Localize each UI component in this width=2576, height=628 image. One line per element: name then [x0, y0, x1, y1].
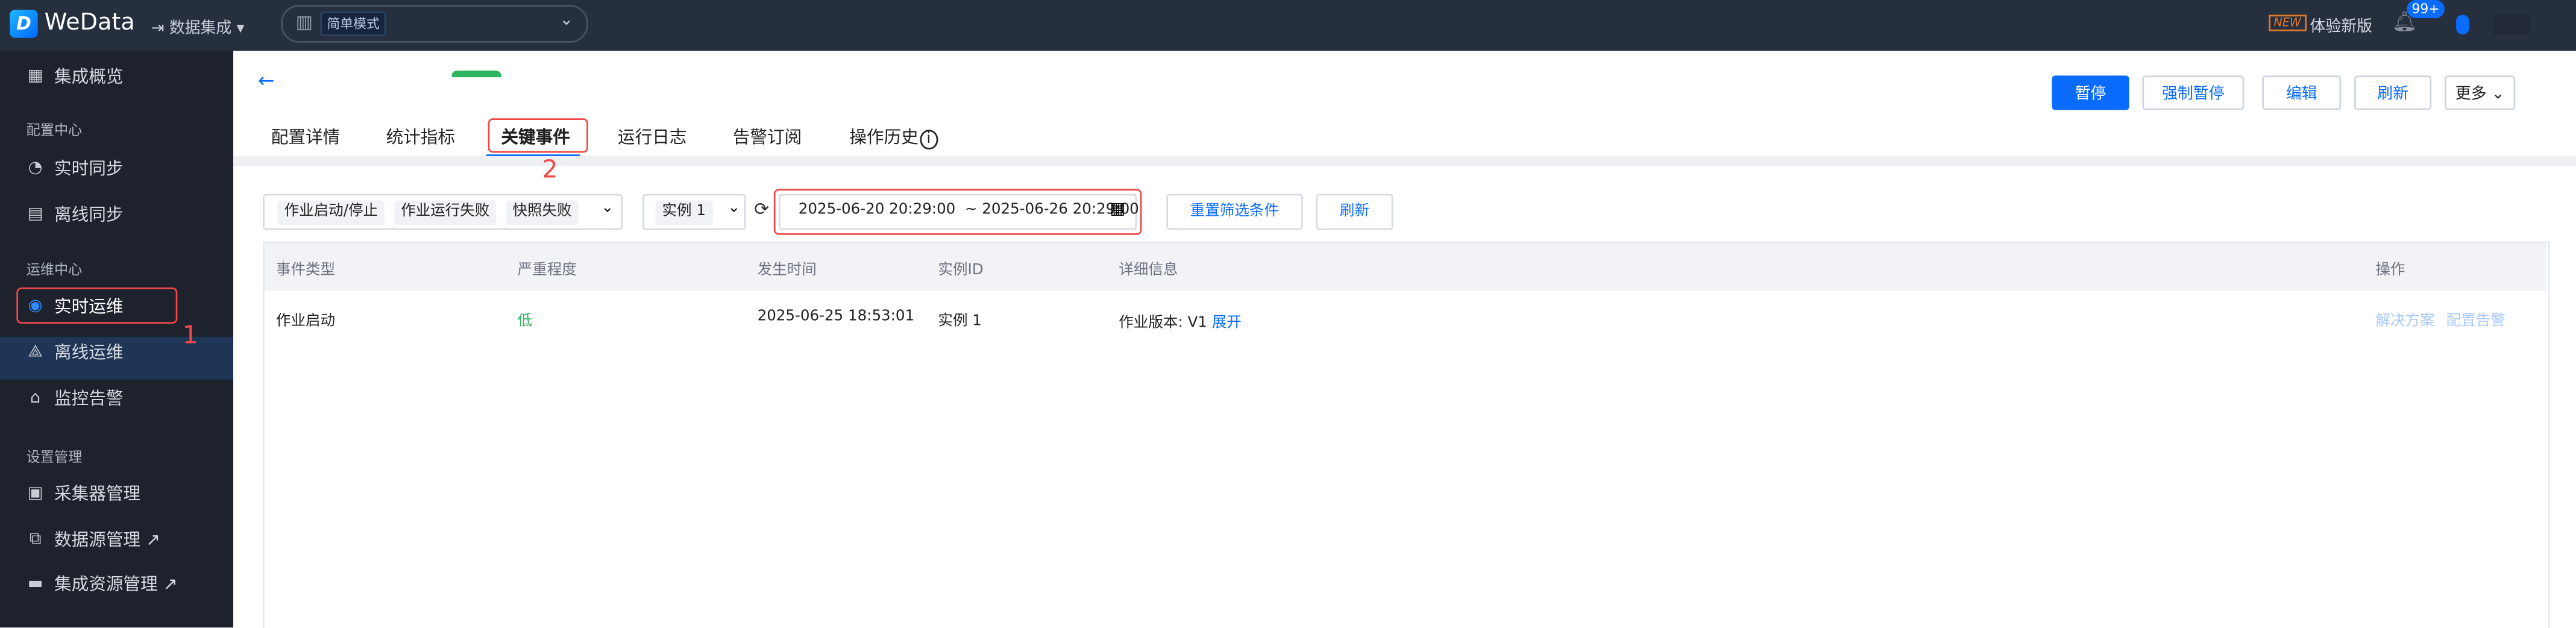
new-badge: NEW — [2269, 14, 2306, 31]
cell-details: 作业版本: V1 展开 — [1119, 315, 1242, 332]
sidebar-item-monitor[interactable]: ⌂ 监控告警 — [27, 386, 124, 411]
col-instance-id: 实例ID — [938, 263, 984, 280]
sidebar: ▦ 集成概览 配置中心 ◔ 实时同步 ▤ 离线同步 运维中心 ◉ 实时运维 1 ⟁ 离线运… — [0, 51, 234, 628]
event-tag[interactable]: 快照失败 — [506, 200, 579, 225]
tab-run-logs[interactable]: 运行日志 — [618, 125, 686, 149]
edit-button[interactable]: 编辑 — [2262, 75, 2342, 110]
table-header — [264, 243, 2546, 291]
tab-alert-subscriptions[interactable]: 告警订阅 — [733, 125, 802, 149]
tab-metrics[interactable]: 统计指标 — [386, 125, 455, 149]
pulse-icon: ◉ — [28, 297, 43, 316]
sidebar-item-realtime-sync[interactable]: ◔ 实时同步 — [27, 156, 124, 181]
sidebar-item-collector[interactable]: ▣ 采集器管理 — [27, 482, 140, 506]
sidebar-item-resources[interactable]: ▬ 集成资源管理 ↗ — [27, 572, 178, 597]
event-tag[interactable]: 作业启动/停止 — [277, 200, 385, 225]
col-severity: 严重程度 — [517, 263, 577, 280]
nodes-icon: ⟁ — [28, 343, 43, 362]
filter-refresh-button[interactable]: 刷新 — [1316, 193, 1393, 230]
sidebar-item-offline-sync[interactable]: ▤ 离线同步 — [27, 202, 124, 227]
annotation-1: 1 — [182, 320, 198, 350]
status-badge-redacted — [451, 71, 501, 78]
mode-tag: 简单模式 — [320, 11, 386, 36]
back-arrow-icon[interactable]: ← — [258, 69, 274, 92]
info-icon: i — [920, 130, 938, 150]
clock-icon: ◔ — [28, 159, 43, 178]
sidebar-item-offline-ops[interactable]: ⟁ 离线运维 — [27, 340, 124, 365]
avatar[interactable] — [2456, 14, 2469, 35]
username-redacted — [2493, 14, 2530, 35]
group-ops: 运维中心 — [26, 263, 83, 280]
module-menu[interactable]: ⇥ 数据集成 ▾ — [151, 15, 245, 38]
cell-instance: 实例 1 — [938, 313, 982, 330]
col-actions: 操作 — [2375, 263, 2405, 280]
integration-icon: ⇥ — [151, 19, 169, 38]
instance-tag: 实例 1 — [655, 200, 712, 225]
list-icon: ▤ — [27, 205, 43, 224]
chevron-down-icon[interactable]: ⌄ — [602, 201, 614, 217]
reset-filters-button[interactable]: 重置筛选条件 — [1166, 193, 1303, 230]
more-button[interactable]: 更多 ⌄ — [2444, 75, 2516, 110]
col-details: 详细信息 — [1119, 263, 1178, 280]
top-bar: D WeData ⇥ 数据集成 ▾ ▥ ⌄ 简单模式 NEW 体验新版 🔔︎ 9… — [0, 0, 2576, 51]
tab-operation-history[interactable]: 操作历史 i — [849, 125, 938, 150]
try-new-version-link[interactable]: 体验新版 — [2310, 13, 2372, 36]
pause-button[interactable]: 暂停 — [2052, 75, 2129, 110]
cell-time: 2025-06-25 18:53:01 — [757, 309, 915, 325]
collector-icon: ▣ — [27, 485, 43, 503]
chevron-down-icon: ⌄ — [559, 11, 574, 30]
chevron-down-icon[interactable]: ⌄ — [728, 201, 741, 217]
sidebar-item-overview[interactable]: ▦ 集成概览 — [27, 64, 124, 89]
solution-link[interactable]: 解决方案 — [2376, 309, 2435, 330]
group-settings: 设置管理 — [26, 450, 83, 467]
notification-count: 99+ — [2407, 0, 2445, 18]
alarm-icon: ⌂ — [30, 389, 41, 407]
col-time: 发生时间 — [757, 263, 817, 280]
expand-link[interactable]: 展开 — [1212, 315, 1242, 331]
tab-config-details[interactable]: 配置详情 — [271, 125, 340, 149]
brand-name: WeData — [44, 10, 135, 36]
annotation-box-3 — [773, 189, 1142, 235]
col-event-type: 事件类型 — [275, 263, 336, 280]
cell-event-type: 作业启动 — [275, 313, 336, 330]
annotation-2: 2 — [542, 154, 558, 184]
annotation-box-2 — [488, 118, 588, 153]
group-config: 配置中心 — [26, 123, 83, 140]
event-tag[interactable]: 作业运行失败 — [394, 200, 497, 225]
grid-icon: ▦ — [27, 67, 43, 86]
configure-alert-link[interactable]: 配置告警 — [2446, 309, 2505, 330]
force-pause-button[interactable]: 强制暂停 — [2142, 75, 2245, 110]
datasource-icon: ⧉ — [29, 530, 42, 549]
refresh-icon[interactable]: ⟳ — [754, 199, 769, 220]
events-table — [263, 241, 2550, 628]
sidebar-item-realtime-ops[interactable]: ◉ 实时运维 — [27, 294, 124, 319]
wedata-logo: D — [10, 10, 38, 38]
divider-strip — [233, 155, 2576, 166]
refresh-button[interactable]: 刷新 — [2354, 75, 2432, 110]
cell-severity: 低 — [517, 313, 533, 330]
sidebar-item-datasource[interactable]: ⧉ 数据源管理 ↗ — [27, 527, 161, 552]
layout-icon: ▥ — [295, 11, 313, 33]
folder-icon: ▬ — [27, 575, 43, 594]
